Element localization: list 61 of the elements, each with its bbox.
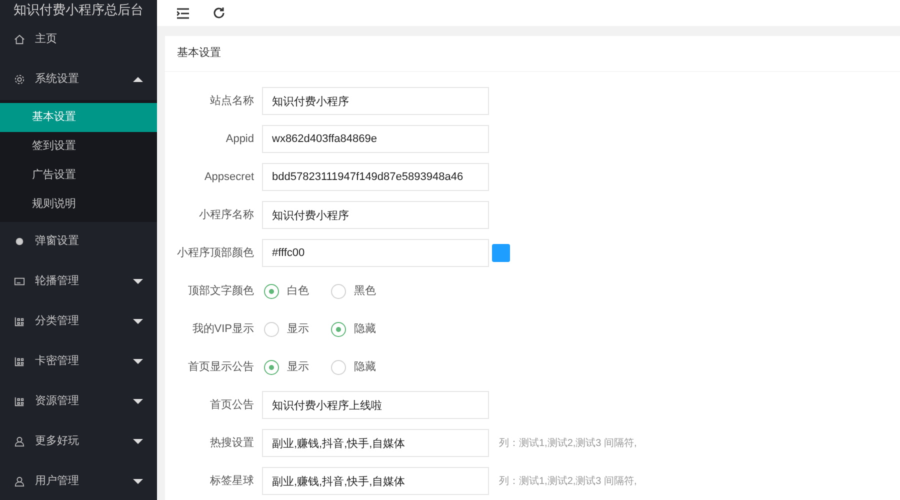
caret-down-icon [133,279,143,284]
field-label: 标签星球 [209,474,255,489]
dot-icon [14,236,25,247]
home-icon [14,34,25,45]
gear-icon [14,74,25,85]
input-field[interactable]: 副业,赚钱,抖音,快手,自媒体 [262,467,489,495]
field-label: 首页公告 [209,398,255,413]
input-field[interactable]: 知识付费小程序 [262,201,489,229]
input-field[interactable]: 知识付费小程序上线啦 [262,391,489,419]
field-label: 热搜设置 [209,436,255,451]
input-field[interactable]: 知识付费小程序 [262,87,489,115]
sidebar-item[interactable]: 主页 [0,20,157,60]
color-swatch[interactable] [492,244,510,262]
field-label: 小程序名称 [198,208,255,223]
field-label: Appid [224,132,255,147]
sidebar-item[interactable]: 用户管理 [0,462,157,500]
caret-up-icon [133,77,143,82]
field-label: Appsecret [203,170,255,185]
input-field[interactable]: bdd57823111947f149d87e5893948a46 [262,163,489,191]
caret-down-icon [133,439,143,444]
field-label: 顶部文字颜色 [187,284,255,299]
submenu-item[interactable]: 基本设置 [0,102,157,132]
color-input-field[interactable]: #fffc00 [262,239,489,267]
radio-option[interactable]: 隐藏 [331,320,376,338]
hint-text: 列：测试1,测试2,测试3 间隔符, [499,436,637,450]
radio-option[interactable]: 显示 [264,320,309,338]
caret-down-icon [133,319,143,324]
sidebar-item[interactable]: 弹窗设置 [0,222,157,262]
refresh-icon[interactable] [213,7,225,19]
radio-option[interactable]: 黑色 [331,282,376,300]
field-label: 站点名称 [209,94,255,109]
radio-option[interactable]: 显示 [264,358,309,376]
sidebar-item[interactable]: 资源管理 [0,382,157,422]
caret-down-icon [133,359,143,364]
card-title: 基本设置 [165,36,900,72]
submenu-item[interactable]: 广告设置 [0,160,157,190]
screen-icon [14,276,25,287]
hint-text: 列：测试1,测试2,测试3 间隔符, [499,474,637,488]
input-field[interactable]: 副业,赚钱,抖音,快手,自媒体 [262,429,489,457]
radio-option[interactable]: 白色 [264,282,309,300]
field-label: 小程序顶部颜色 [176,246,255,261]
radio-option[interactable]: 隐藏 [331,358,376,376]
user-icon [14,436,25,447]
sidebar-item[interactable]: 系统设置 [0,60,157,100]
grid-icon [14,356,25,367]
field-label: 我的VIP显示 [191,322,255,337]
input-field[interactable]: wx862d403ffa84869e [262,125,489,153]
submenu-item[interactable]: 规则说明 [0,190,157,218]
sidebar-item[interactable]: 轮播管理 [0,262,157,302]
submenu-item[interactable]: 签到设置 [0,132,157,160]
sidebar-item[interactable]: 分类管理 [0,302,157,342]
caret-down-icon [133,479,143,484]
sidebar-item[interactable]: 卡密管理 [0,342,157,382]
caret-down-icon [133,399,143,404]
field-label: 首页显示公告 [187,360,255,375]
user-icon [14,476,25,487]
menu-collapse-icon[interactable] [177,8,189,18]
sidebar-item[interactable]: 更多好玩 [0,422,157,462]
grid-icon [14,396,25,407]
sidebar-title: 知识付费小程序总后台 [12,1,144,19]
grid-icon [14,316,25,327]
